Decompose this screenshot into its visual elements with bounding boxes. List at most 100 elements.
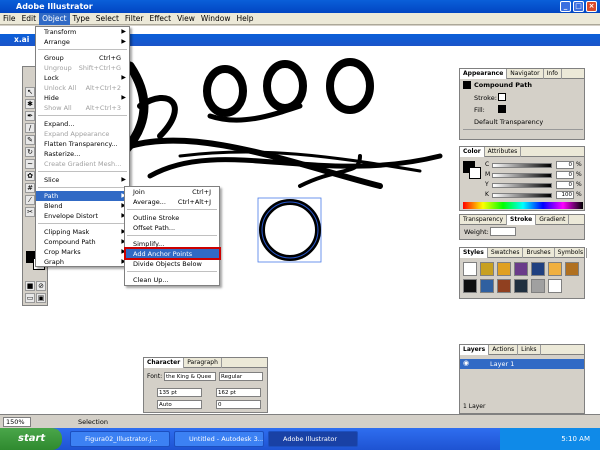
magic-wand-tool-icon[interactable]: ✱: [25, 99, 35, 109]
tab-symbols[interactable]: Symbols: [555, 248, 588, 258]
tab-attributes[interactable]: Attributes: [485, 147, 522, 157]
tab-gradient[interactable]: Gradient: [536, 215, 570, 225]
channel-slider[interactable]: [492, 173, 552, 178]
tab-actions[interactable]: Actions: [489, 345, 519, 355]
weight-input[interactable]: [490, 227, 516, 236]
style-swatch[interactable]: [531, 279, 545, 293]
screen-mode-icon[interactable]: ▭: [25, 293, 35, 303]
tab-styles[interactable]: Styles: [460, 248, 488, 258]
channel-value[interactable]: 0: [556, 171, 574, 179]
style-swatch[interactable]: [531, 262, 545, 276]
menu-edit[interactable]: Edit: [19, 13, 40, 25]
menu-file[interactable]: File: [0, 13, 19, 25]
stroke-none-icon[interactable]: [498, 93, 506, 101]
rotate-tool-icon[interactable]: ↻: [25, 147, 35, 157]
style-swatch[interactable]: [497, 262, 511, 276]
object-item-slice[interactable]: Slice ▶: [36, 175, 129, 185]
pen-tool-icon[interactable]: ✒: [25, 111, 35, 121]
tab-layers[interactable]: Layers: [460, 345, 490, 355]
none-mode-icon[interactable]: ⊘: [36, 281, 46, 291]
color-stroke-swatch[interactable]: [469, 167, 481, 179]
object-item-flatten-transparency[interactable]: Flatten Transparency...: [36, 139, 129, 149]
object-item-rasterize[interactable]: Rasterize...: [36, 149, 129, 159]
object-item-crop-marks[interactable]: Crop Marks▶: [36, 247, 129, 257]
channel-slider[interactable]: [492, 193, 552, 198]
start-button[interactable]: start: [0, 428, 62, 450]
menu-view[interactable]: View: [174, 13, 198, 25]
tab-brushes[interactable]: Brushes: [523, 248, 555, 258]
object-item-arrange[interactable]: Arrange ▶: [36, 37, 129, 47]
channel-slider[interactable]: [492, 163, 552, 168]
style-swatch[interactable]: [480, 262, 494, 276]
object-item-envelope-distort[interactable]: Envelope Distort▶: [36, 211, 129, 221]
tab-color[interactable]: Color: [460, 147, 485, 157]
path-item-join[interactable]: Join Ctrl+J: [125, 187, 219, 197]
line-tool-icon[interactable]: /: [25, 123, 35, 133]
tab-navigator[interactable]: Navigator: [507, 69, 544, 79]
scissors-tool-icon[interactable]: ✂: [25, 207, 35, 217]
style-swatch[interactable]: [548, 279, 562, 293]
tab-transparency[interactable]: Transparency: [460, 215, 508, 225]
tab-info[interactable]: Info: [544, 69, 562, 79]
font-select[interactable]: the King & Quee: [164, 372, 216, 381]
path-item-clean-up[interactable]: Clean Up...: [125, 275, 219, 285]
style-swatch[interactable]: [497, 279, 511, 293]
task-illustrator[interactable]: Adobe Illustrator: [268, 431, 358, 447]
eyedropper-tool-icon[interactable]: ⁄: [25, 195, 35, 205]
menu-select[interactable]: Select: [93, 13, 122, 25]
tab-swatches[interactable]: Swatches: [488, 248, 524, 258]
channel-slider[interactable]: [492, 183, 552, 188]
menu-effect[interactable]: Effect: [146, 13, 174, 25]
fill-black-icon[interactable]: [498, 105, 506, 113]
channel-value[interactable]: 100: [556, 191, 574, 199]
selection-tool-icon[interactable]: ↖: [25, 87, 35, 97]
menu-filter[interactable]: Filter: [122, 13, 147, 25]
tracking-input[interactable]: 0: [216, 400, 261, 409]
layer-row[interactable]: ◉ Layer 1: [460, 359, 584, 369]
menu-type[interactable]: Type: [70, 13, 93, 25]
eye-icon[interactable]: ◉: [463, 359, 469, 367]
style-swatch[interactable]: [463, 262, 477, 276]
color-mode-icon[interactable]: ■: [25, 281, 35, 291]
object-item-clipping-mask[interactable]: Clipping Mask▶: [36, 227, 129, 237]
object-item-group[interactable]: Group Ctrl+G: [36, 53, 129, 63]
object-item-compound-path[interactable]: Compound Path▶: [36, 237, 129, 247]
path-item-divide-objects-below[interactable]: Divide Objects Below: [125, 259, 219, 269]
object-item-graph[interactable]: Graph▶: [36, 257, 129, 267]
style-swatch[interactable]: [514, 279, 528, 293]
object-item-hide[interactable]: Hide ▶: [36, 93, 129, 103]
style-swatch[interactable]: [514, 262, 528, 276]
channel-value[interactable]: 0: [556, 181, 574, 189]
object-item-lock[interactable]: Lock ▶: [36, 73, 129, 83]
style-swatch[interactable]: [565, 262, 579, 276]
style-select[interactable]: Regular: [219, 372, 263, 381]
warp-tool-icon[interactable]: ~: [25, 159, 35, 169]
color-spectrum[interactable]: [463, 202, 583, 209]
tab-paragraph[interactable]: Paragraph: [184, 358, 222, 368]
full-screen-mode-icon[interactable]: ▣: [36, 293, 46, 303]
close-icon[interactable]: ×: [586, 1, 597, 12]
path-item-offset-path[interactable]: Offset Path...: [125, 223, 219, 233]
style-swatch[interactable]: [480, 279, 494, 293]
tab-links[interactable]: Links: [518, 345, 541, 355]
task-figura[interactable]: Figura02_Illustrator.j...: [70, 431, 170, 447]
path-item-average[interactable]: Average... Ctrl+Alt+J: [125, 197, 219, 207]
kerning-input[interactable]: Auto: [157, 400, 202, 409]
path-item-outline-stroke[interactable]: Outline Stroke: [125, 213, 219, 223]
maximize-icon[interactable]: □: [573, 1, 584, 12]
tab-character[interactable]: Character: [144, 358, 185, 368]
menu-object[interactable]: Object: [39, 13, 70, 25]
zoom-field[interactable]: 150%: [3, 417, 31, 427]
object-item-transform[interactable]: Transform ▶: [36, 27, 129, 37]
style-swatch[interactable]: [463, 279, 477, 293]
minimize-icon[interactable]: _: [560, 1, 571, 12]
style-swatch[interactable]: [548, 262, 562, 276]
leading-input[interactable]: 162 pt: [216, 388, 261, 397]
tab-stroke[interactable]: Stroke: [507, 215, 537, 225]
symbol-tool-icon[interactable]: ✿: [25, 171, 35, 181]
menu-help[interactable]: Help: [233, 13, 256, 25]
object-item-path[interactable]: Path▶: [36, 191, 129, 201]
brush-tool-icon[interactable]: ✎: [25, 135, 35, 145]
object-item-blend[interactable]: Blend▶: [36, 201, 129, 211]
menu-window[interactable]: Window: [198, 13, 234, 25]
